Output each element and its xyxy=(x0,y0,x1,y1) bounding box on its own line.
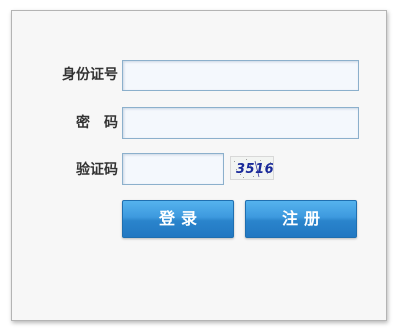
captcha-input[interactable] xyxy=(122,153,224,185)
password-label: 密 码 xyxy=(76,115,118,131)
captcha-noise-graphic: 3516 xyxy=(234,159,273,178)
id-number-input[interactable] xyxy=(122,60,359,91)
captcha-image[interactable]: 3516 xyxy=(230,156,274,180)
register-button[interactable]: 注册 xyxy=(245,200,357,238)
id-number-label: 身份证号 xyxy=(62,67,118,83)
captcha-label: 验证码 xyxy=(76,162,118,178)
captcha-text: 3516 xyxy=(236,162,273,177)
password-input[interactable] xyxy=(122,107,359,139)
login-button[interactable]: 登录 xyxy=(122,200,234,238)
